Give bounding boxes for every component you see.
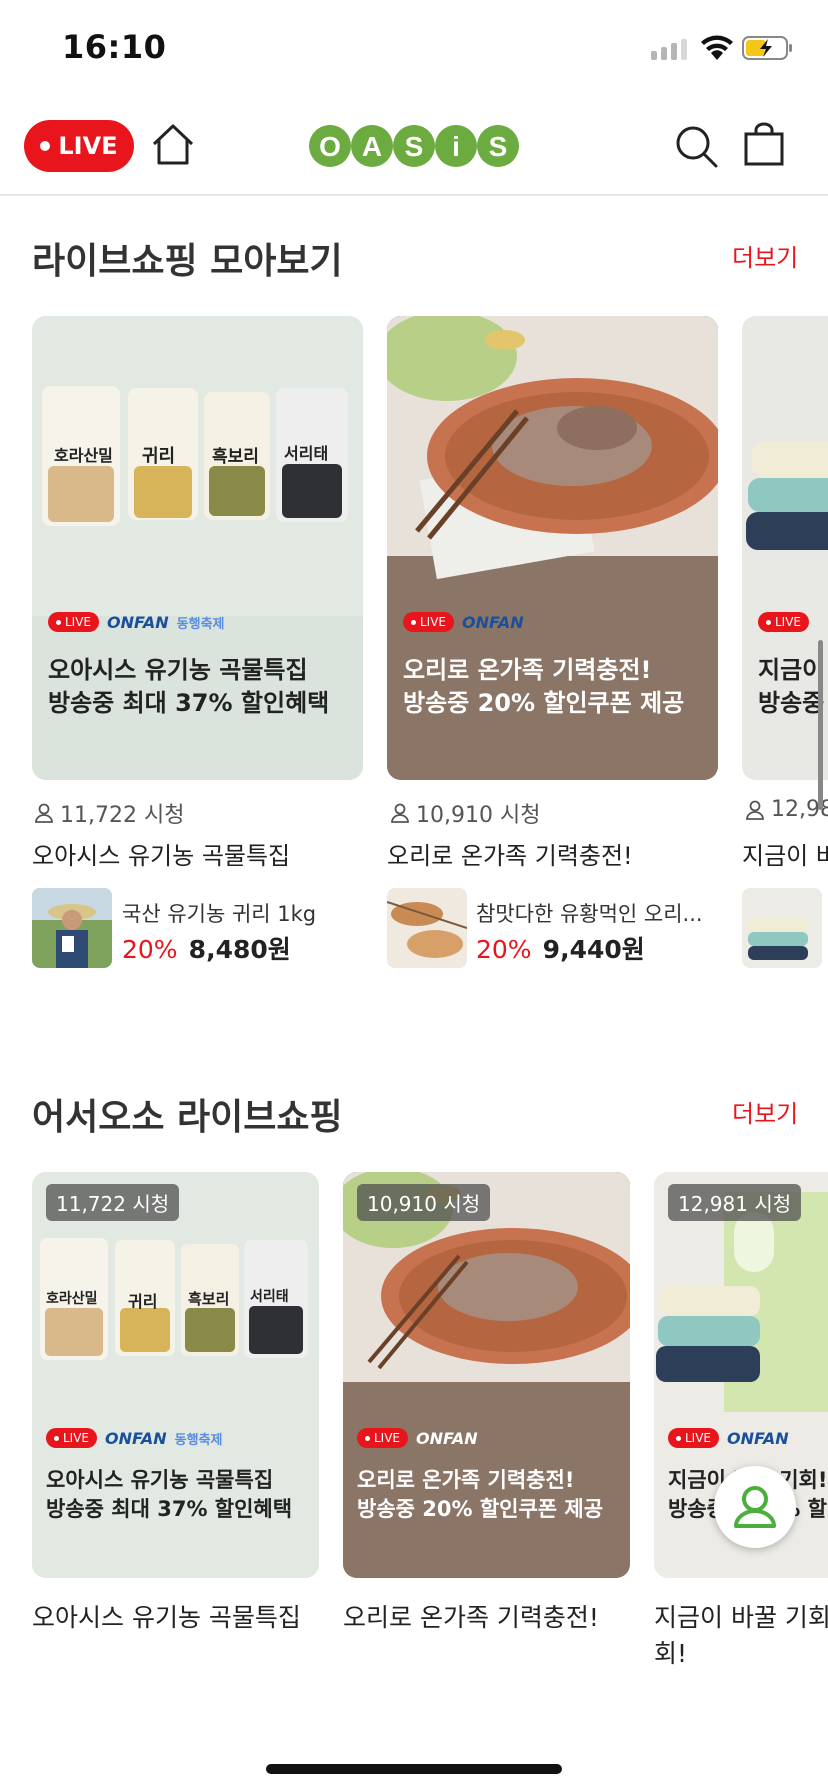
- status-time: 16:10: [62, 28, 167, 66]
- live-badge: LIVE: [668, 1428, 720, 1448]
- onfan-badge: ONFAN: [416, 1428, 478, 1448]
- onfan-badge: ONFAN: [462, 612, 524, 632]
- pack-label-barley: 흑보리: [212, 447, 259, 467]
- live-button-label: LIVE: [58, 132, 118, 160]
- pack-label-seoritae: 서리태: [250, 1289, 289, 1305]
- live-card-duck-small[interactable]: 10,910 시청 LIVE ONFAN 오리로 온가족 기력충전! 방송중 2…: [343, 1172, 630, 1578]
- oasis-logo[interactable]: O A S i S: [308, 122, 520, 170]
- live-button[interactable]: LIVE: [24, 120, 134, 172]
- card-badges: LIVE: [758, 612, 810, 632]
- battery-charging-icon: [742, 36, 792, 60]
- cellular-signal-icon: [651, 39, 687, 60]
- card-headline: 오리로 온가족 기력충전! 방송중 20% 할인쿠폰 제공: [403, 656, 685, 717]
- card-badges: LIVE ONFAN: [668, 1428, 789, 1448]
- product-thumbnail[interactable]: [32, 888, 112, 968]
- section-title-welcome-live: 어서오소 라이브쇼핑: [32, 1097, 343, 1138]
- towel-photo: [742, 888, 822, 968]
- live-card-grain-small[interactable]: 호라산밀 귀리 흑보리 서리태 11,722 시청 LIVE ONFAN 동행축…: [32, 1172, 319, 1578]
- pack-label-oat: 귀리: [142, 446, 176, 467]
- onfan-badge: ONFAN: [727, 1428, 789, 1448]
- card-badges: LIVE ONFAN: [403, 612, 524, 632]
- card-title[interactable]: 오리로 온가족 기력충전!: [343, 1598, 599, 1634]
- live-badge: LIVE: [758, 612, 810, 632]
- product-name[interactable]: 참맛다한 유황먹인 오리...: [476, 898, 703, 928]
- more-link-welcome-live[interactable]: 더보기: [732, 1094, 798, 1129]
- live-badge: LIVE: [48, 612, 100, 632]
- shopping-bag-icon[interactable]: [742, 122, 786, 166]
- live-card-towel[interactable]: LIVE 지금이 방송중: [742, 316, 828, 780]
- live-dot-icon: [40, 141, 51, 151]
- svg-text:S: S: [405, 131, 424, 162]
- live-card-duck[interactable]: LIVE ONFAN 오리로 온가족 기력충전! 방송중 20% 할인쿠폰 제공: [387, 316, 718, 780]
- home-indicator: [266, 1764, 562, 1774]
- card-badges: LIVE ONFAN 동행축제: [48, 612, 225, 632]
- discount-rate: 20%: [122, 935, 178, 964]
- card-badges: LIVE ONFAN: [357, 1428, 478, 1448]
- home-icon[interactable]: [150, 122, 196, 166]
- svg-text:i: i: [452, 131, 460, 162]
- scroll-indicator: [818, 640, 823, 810]
- search-icon[interactable]: [674, 124, 718, 168]
- duck-skewer-photo: [387, 888, 467, 968]
- view-count: 12,98: [745, 797, 828, 822]
- live-card-grain[interactable]: 호라산밀 귀리 흑보리 서리태 LIVE ONFAN 동행축제 오아시스 유기농…: [32, 316, 363, 780]
- card-title[interactable]: 오리로 온가족 기력충전!: [387, 836, 633, 871]
- product-thumbnail[interactable]: [742, 888, 822, 968]
- onfan-badge: ONFAN: [107, 612, 169, 632]
- svg-text:A: A: [362, 131, 382, 162]
- product-name[interactable]: 국산 유기농 귀리 1kg: [122, 898, 316, 928]
- card-headline: 오아시스 유기농 곡물특집 방송중 최대 37% 할인혜택: [46, 1468, 293, 1521]
- pack-label-seoritae: 서리태: [284, 444, 329, 463]
- more-link-live-collection[interactable]: 더보기: [732, 238, 798, 273]
- card-badges: LIVE ONFAN 동행축제: [46, 1428, 223, 1448]
- view-count: 10,910 시청: [390, 797, 540, 829]
- live-badge: LIVE: [46, 1428, 98, 1448]
- product-thumbnail[interactable]: [387, 888, 467, 968]
- person-icon: [391, 803, 409, 823]
- festival-badge: 동행축제: [176, 616, 225, 632]
- onfan-badge: ONFAN: [105, 1428, 167, 1448]
- card-headline: 오아시스 유기농 곡물특집 방송중 최대 37% 할인혜택: [48, 656, 330, 717]
- product-price-row: 20% 9,440원: [476, 930, 645, 966]
- farmer-photo: [32, 888, 112, 968]
- svg-text:S: S: [489, 131, 508, 162]
- wifi-icon: [701, 35, 733, 60]
- person-icon: [35, 803, 53, 823]
- live-badge: LIVE: [403, 612, 455, 632]
- price: 9,440원: [542, 935, 645, 964]
- pack-label-oat: 귀리: [128, 1292, 158, 1311]
- price: 8,480원: [188, 935, 291, 964]
- card-title[interactable]: 지금이 바꿀 기회: [654, 1598, 828, 1634]
- pack-label-horasan: 호라산밀: [54, 446, 113, 465]
- live-badge: LIVE: [357, 1428, 409, 1448]
- card-title[interactable]: 오아시스 유기농 곡물특집: [32, 836, 290, 871]
- card-title[interactable]: 오아시스 유기농 곡물특집: [32, 1598, 301, 1634]
- svg-text:O: O: [319, 131, 341, 162]
- card-headline: 오리로 온가족 기력충전! 방송중 20% 할인쿠폰 제공: [357, 1468, 604, 1521]
- view-count-chip: 10,910 시청: [357, 1184, 491, 1221]
- pack-label-horasan: 호라산밀: [46, 1291, 98, 1307]
- my-page-fab[interactable]: [714, 1466, 796, 1548]
- user-profile-icon: [734, 1486, 776, 1528]
- view-count-chip: 11,722 시청: [46, 1184, 180, 1221]
- card-headline: 지금이 방송중: [758, 656, 825, 717]
- festival-badge: 동행축제: [174, 1432, 223, 1448]
- pack-label-barley: 흑보리: [188, 1290, 230, 1308]
- card-title[interactable]: 지금이 바: [742, 836, 828, 871]
- view-count: 11,722 시청: [34, 797, 184, 829]
- section-title-live-collection: 라이브쇼핑 모아보기: [32, 241, 343, 282]
- product-price-row: 20% 8,480원: [122, 930, 291, 966]
- person-icon: [746, 800, 764, 820]
- card-title-continued[interactable]: 회!: [654, 1634, 687, 1670]
- discount-rate: 20%: [476, 935, 532, 964]
- view-count-chip: 12,981 시청: [668, 1184, 802, 1221]
